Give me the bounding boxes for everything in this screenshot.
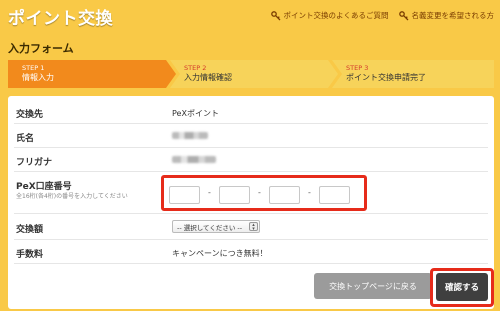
name-label: 氏名 [16, 134, 35, 144]
pex-number-field-1[interactable] [169, 186, 200, 204]
faq-link-label: ポイント交換のよくあるご質問 [283, 11, 389, 20]
pex-number-field-2[interactable] [219, 186, 250, 204]
pex-dash: - [308, 188, 311, 197]
key-icon [398, 10, 408, 20]
row-name: 氏名 [14, 124, 488, 148]
page-title: ポイント交換 [8, 9, 113, 29]
step-2: STEP 2 入力情報確認 [170, 60, 338, 88]
faq-link[interactable]: ポイント交換のよくあるご質問 [270, 10, 389, 21]
name-value-redacted [172, 132, 208, 141]
step-2-number: STEP 2 [184, 64, 207, 72]
amount-label: 交換額 [16, 225, 44, 235]
furigana-label: フリガナ [16, 158, 53, 168]
fee-value: キャンペーンにつき無料！ [172, 249, 268, 258]
key-icon [270, 10, 280, 20]
pex-number-field-4[interactable] [319, 186, 350, 204]
step-3-name: ポイント交換申請完了 [346, 73, 426, 82]
step-progress: STEP 1 情報入力 STEP 2 入力情報確認 STEP 3 ポイント交換申… [8, 60, 494, 88]
name-change-link-label: 名義変更を希望される方 [411, 11, 495, 20]
amount-select[interactable]: -- 選択してください -- ▴ ▾ [172, 220, 260, 233]
confirm-button[interactable]: 確認する [436, 273, 488, 301]
step-3: STEP 3 ポイント交換申請完了 [332, 60, 494, 88]
pex-number-note: 全16桁(各4桁)の番号を入力してください [16, 193, 128, 200]
pex-number-highlight: - - - [161, 175, 367, 211]
row-furigana: フリガナ [14, 148, 488, 172]
step-2-name: 入力情報確認 [184, 73, 232, 82]
pex-dash: - [258, 188, 261, 197]
step-1-name: 情報入力 [22, 73, 54, 82]
exchange-target-label: 交換先 [16, 110, 44, 120]
help-links: ポイント交換のよくあるご質問 名義変更を希望される方 [270, 10, 495, 21]
step-3-number: STEP 3 [346, 64, 369, 72]
back-to-top-button[interactable]: 交換トップページに戻る [314, 273, 432, 299]
row-exchange-target: 交換先 PeXポイント [14, 100, 488, 124]
furigana-value-redacted [172, 156, 216, 165]
row-pex-number: PeX口座番号 全16桁(各4桁)の番号を入力してください - - - [14, 172, 488, 214]
section-title: 入力フォーム [8, 42, 74, 55]
pex-dash: - [208, 188, 211, 197]
form-card: 交換先 PeXポイント 氏名 フリガナ PeX口座番号 全16桁(各4桁)の番号… [8, 96, 494, 309]
fee-label: 手数料 [16, 250, 44, 260]
exchange-target-value: PeXポイント [172, 109, 219, 118]
select-arrows-icon: ▴ ▾ [249, 222, 258, 232]
amount-select-value: -- 選択してください -- [177, 223, 243, 232]
step-1-number: STEP 1 [22, 64, 45, 72]
step-1: STEP 1 情報入力 [8, 60, 176, 88]
row-fee: 手数料 キャンペーンにつき無料！ [14, 240, 488, 264]
row-amount: 交換額 -- 選択してください -- ▴ ▾ [14, 214, 488, 240]
pex-number-field-3[interactable] [269, 186, 300, 204]
name-change-link[interactable]: 名義変更を希望される方 [398, 10, 495, 21]
